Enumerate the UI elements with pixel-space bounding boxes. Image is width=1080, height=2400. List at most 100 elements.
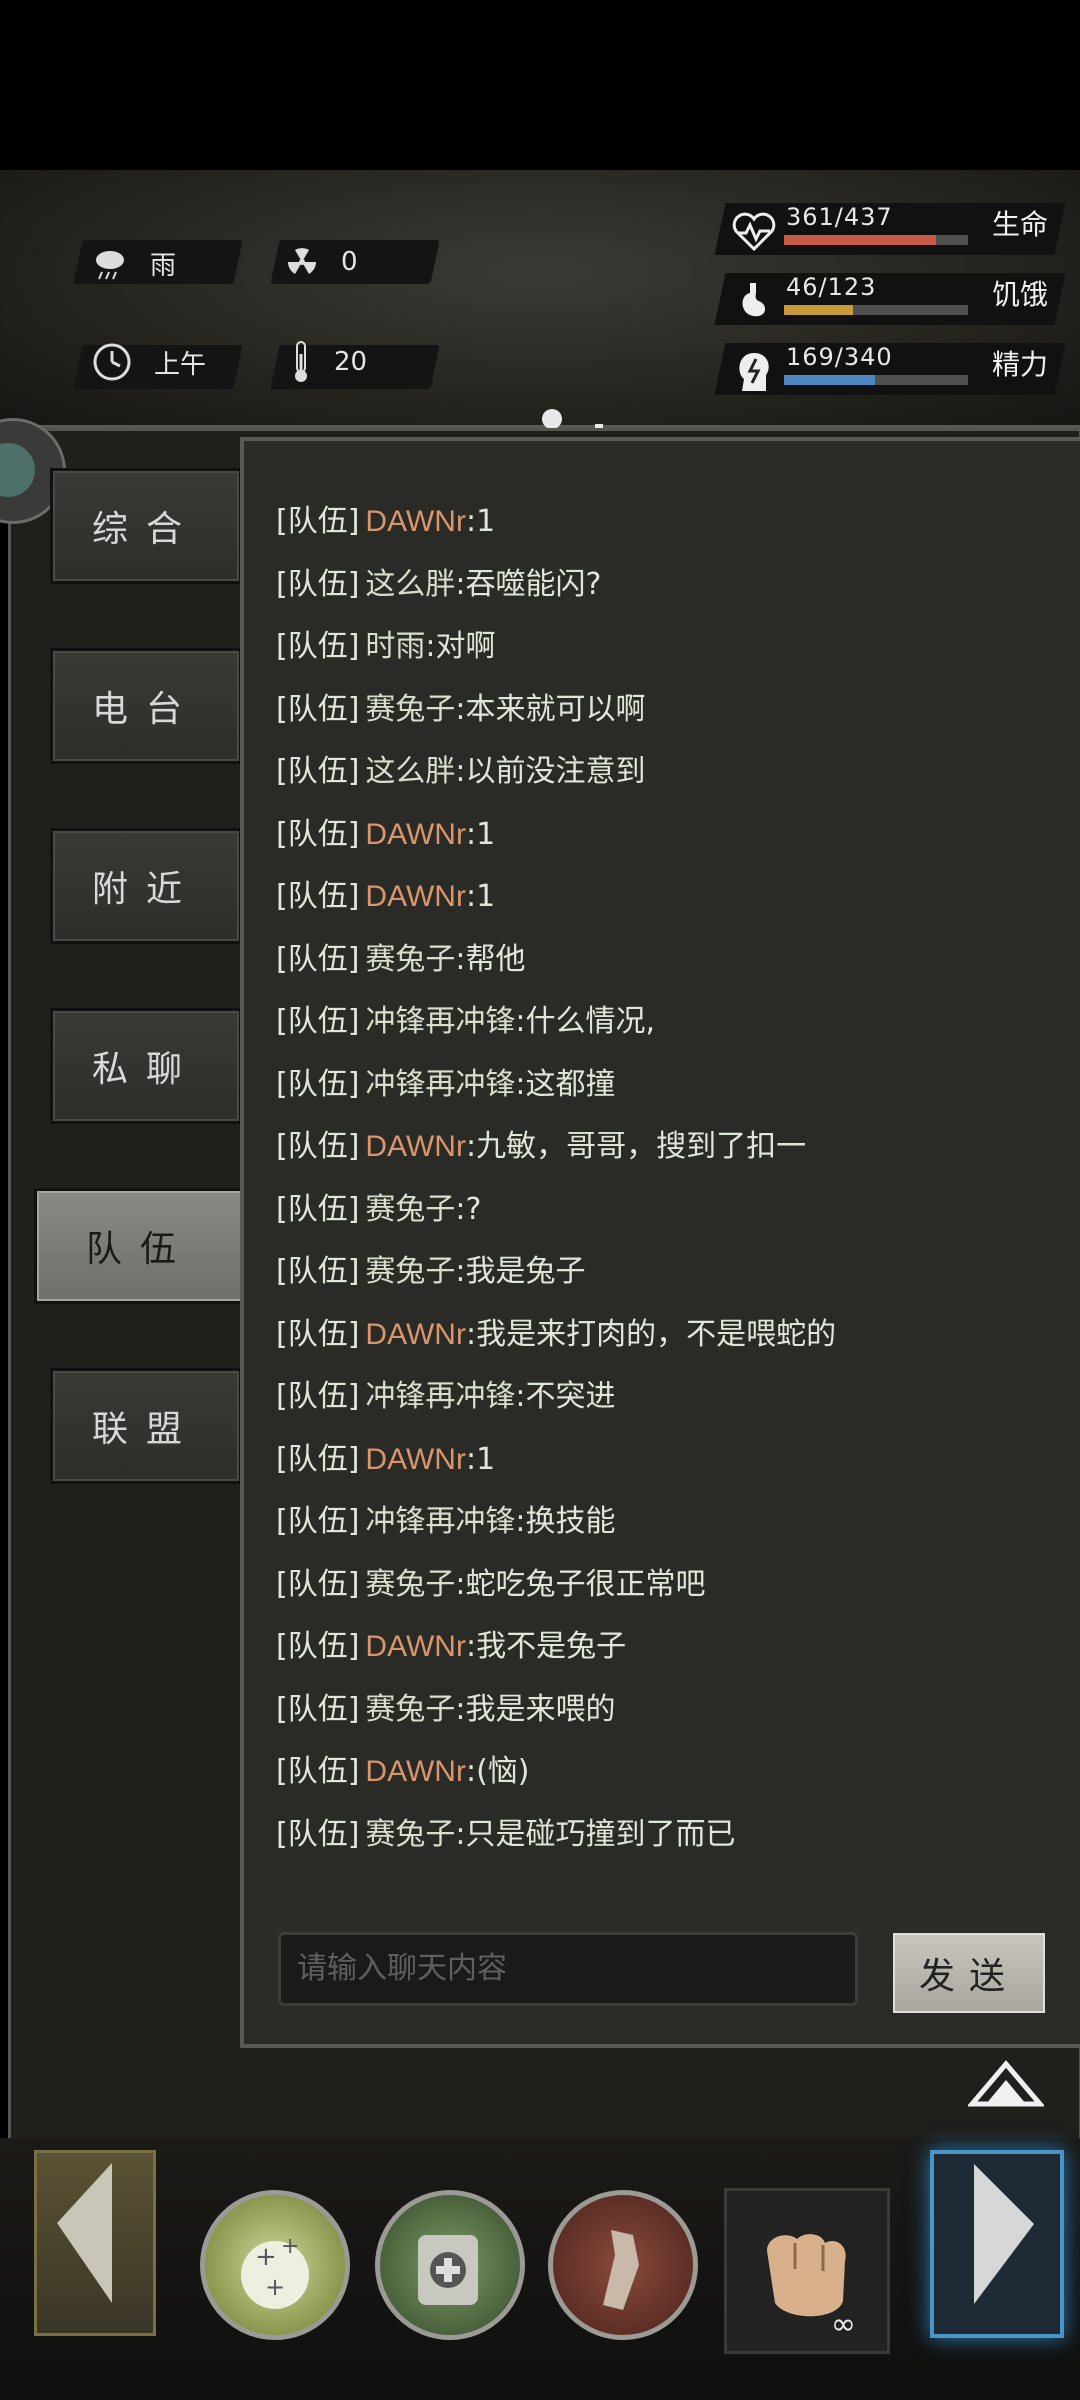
sender-name[interactable]: DAWNr [365,1443,466,1476]
message-text: :吞噬能闪? [455,566,602,602]
sender-name[interactable]: 冲锋再冲锋 [365,1504,515,1539]
tab-private[interactable]: 私聊 [50,1008,242,1124]
temperature-status: 20 [290,340,367,384]
chat-message: [队伍] 冲锋再冲锋:什么情况, [276,996,655,1040]
punch-burst-icon [603,2230,639,2310]
hunger-fill [784,305,853,315]
skill-page-left-button[interactable] [34,2150,156,2336]
chat-message: [队伍] 这么胖:以前没注意到 [276,746,646,790]
heart-pulse-icon [732,212,776,252]
channel-tag: [队伍] [276,504,360,539]
message-text: :本来就可以啊 [455,691,646,727]
sender-name[interactable]: 这么胖 [365,754,455,789]
energy-track [784,375,968,385]
sender-name[interactable]: 赛兔子 [365,942,455,977]
sender-name[interactable]: 赛兔子 [365,1567,455,1602]
sender-name[interactable]: 赛兔子 [365,1192,455,1227]
collapse-button[interactable] [966,2060,1046,2114]
chat-message: [队伍] 赛兔子:帮他 [276,934,526,978]
tab-general[interactable]: 综合 [50,468,242,584]
sender-name[interactable]: 赛兔子 [365,692,455,727]
sender-name[interactable]: DAWNr [365,880,466,913]
message-text: :1 [465,504,496,539]
status-bar-area [0,0,1080,170]
sender-name[interactable]: 冲锋再冲锋 [365,1379,515,1414]
message-text: :? [455,1191,482,1227]
skill-strike[interactable] [548,2190,698,2340]
sender-name[interactable]: DAWNr [365,1755,466,1788]
chat-message-list[interactable]: [队伍] DAWNr:1 [队伍] 这么胖:吞噬能闪? [队伍] 时雨:对啊 [队伍] 赛兔子… [255,455,1055,1895]
send-button[interactable]: 发送 [890,1930,1048,2016]
sender-name[interactable]: 冲锋再冲锋 [365,1004,515,1039]
message-text: :以前没注意到 [455,754,646,789]
chat-message: [队伍] 这么胖:吞噬能闪? [276,559,601,603]
channel-tag: [队伍] [276,1691,360,1727]
message-text: :只是碰巧撞到了而已 [455,1816,736,1852]
stomach-icon [742,283,766,317]
skill-fist[interactable]: ∞ [724,2188,890,2354]
tab-alliance[interactable]: 联盟 [50,1368,242,1484]
sender-name[interactable]: DAWNr [365,1130,466,1163]
arrow-left-icon [57,2163,112,2303]
radiation-icon [288,248,316,274]
fist-icon [767,2234,846,2317]
tab-team[interactable]: 队伍 [34,1188,246,1304]
status-header: 雨 0 上午 20 361/437 生命 46/123 饥饿 169/340 精… [0,170,1080,560]
message-text: :1 [465,816,496,852]
radiation-status: 0 [285,245,358,279]
message-text: :九敏，哥哥，搜到了扣一 [465,1129,807,1164]
message-text: :我是兔子 [455,1254,586,1289]
energy-label: 精力 [992,348,1049,381]
skill-page-right-button[interactable] [930,2150,1064,2338]
clock-icon [93,343,131,381]
sender-name[interactable]: 这么胖 [365,567,455,602]
message-text: :换技能 [515,1504,616,1539]
tab-nearby[interactable]: 附近 [50,828,242,944]
channel-tag: [队伍] [276,879,360,914]
head-energy-icon [739,353,769,391]
sender-name[interactable]: 时雨 [365,629,425,664]
medkit-icon [418,2235,478,2305]
sender-name[interactable]: 赛兔子 [365,1254,455,1289]
tab-radio[interactable]: 电台 [50,648,242,764]
chat-message: [队伍] DAWNr:1 [276,809,495,853]
channel-tag: [队伍] [276,566,360,602]
channel-tag: [队伍] [276,1754,360,1789]
message-text: :1 [465,879,496,914]
chat-message: [队伍] 冲锋再冲锋:这都撞 [276,1059,616,1103]
skill-heal-aoe[interactable]: + + + [200,2190,350,2340]
message-text: :我不是兔子 [465,1629,627,1664]
chat-message: [队伍] 赛兔子:本来就可以啊 [276,684,646,728]
channel-tag: [队伍] [276,1504,360,1539]
chat-message: [队伍] 冲锋再冲锋:换技能 [276,1496,616,1540]
thermometer-icon [295,341,307,382]
chat-input[interactable]: 请输入聊天内容 [278,1932,858,2006]
heal-aura-icon: + + + [241,2234,309,2309]
svg-text:+: + [255,2242,277,2272]
sender-name[interactable]: 赛兔子 [365,1817,455,1852]
sender-name[interactable]: DAWNr [365,818,466,851]
skill-medkit[interactable] [375,2190,525,2340]
arrow-right-icon [974,2164,1034,2304]
message-text: :什么情况, [515,1004,656,1039]
health-track [784,235,968,245]
hunger-label: 饥饿 [992,278,1049,311]
chevron-up-icon [966,2060,1046,2107]
channel-tag: [队伍] [276,1379,360,1414]
channel-tag: [队伍] [276,1191,360,1227]
health-value: 361/437 [786,203,893,231]
channel-tag: [队伍] [276,1004,360,1039]
sender-name[interactable]: DAWNr [365,1318,466,1351]
message-text: :1 [465,1441,496,1477]
message-text: :我是来喂的 [455,1691,616,1727]
assistant-icon [0,443,35,497]
channel-tag: [队伍] [276,1254,360,1289]
sender-name[interactable]: DAWNr [365,1630,466,1663]
chat-message: [队伍] DAWNr:我不是兔子 [276,1621,626,1665]
sender-name[interactable]: 冲锋再冲锋 [365,1067,515,1102]
chat-message: [队伍] DAWNr:我是来打肉的，不是喂蛇的 [276,1309,836,1353]
sender-name[interactable]: 赛兔子 [365,1692,455,1727]
sender-name[interactable]: DAWNr [365,505,466,538]
rain-cloud-icon [96,250,124,279]
chat-message: [队伍] DAWNr:1 [276,496,495,540]
